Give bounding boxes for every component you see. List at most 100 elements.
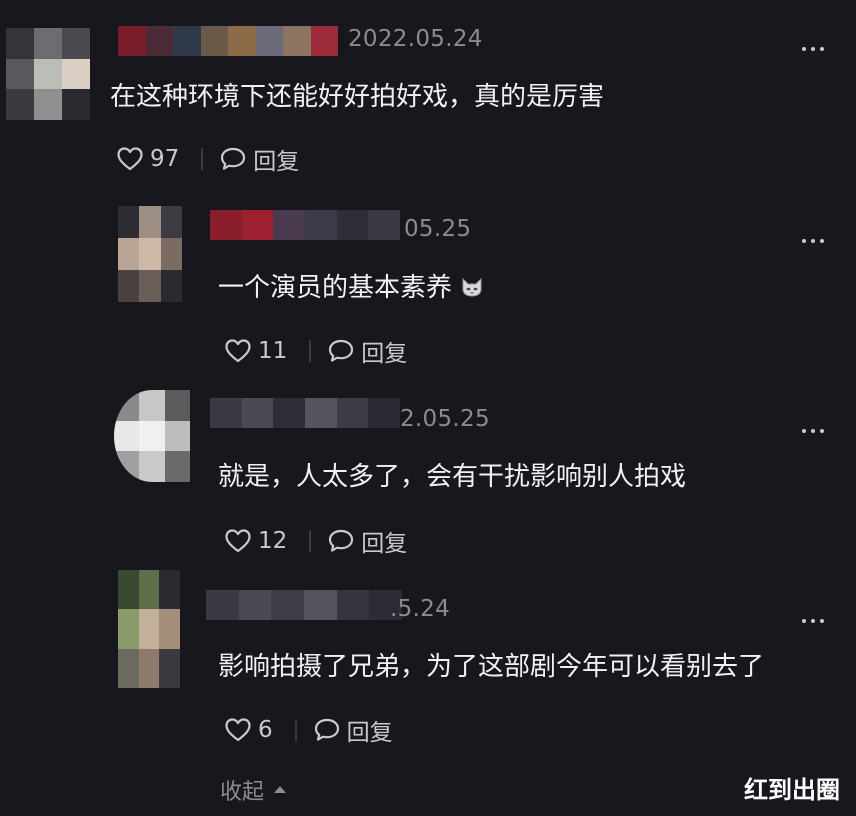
avatar[interactable] xyxy=(118,570,180,688)
username-blurred[interactable] xyxy=(210,398,400,428)
heart-outline-icon xyxy=(225,339,251,363)
caret-up-icon xyxy=(274,785,287,793)
comment-actions: 6 回复 xyxy=(224,713,393,747)
blur-pixel xyxy=(139,206,161,238)
cat-face-emoji-icon xyxy=(462,277,482,297)
blur-pixel xyxy=(118,570,139,610)
comment-text: 就是，人太多了，会有干扰影响别人拍戏 xyxy=(218,462,687,492)
like-count: 6 xyxy=(258,717,273,743)
comment-text: 在这种环境下还能好好拍好戏，真的是厉害 xyxy=(110,82,605,112)
blur-pixel xyxy=(118,270,140,302)
more-options-button[interactable] xyxy=(802,618,824,624)
blur-pixel xyxy=(305,398,337,428)
comment-actions: 12 回复 xyxy=(224,524,407,558)
speech-bubble-icon xyxy=(314,718,339,741)
blur-pixel xyxy=(255,26,283,56)
blur-pixel xyxy=(283,26,311,56)
blur-pixel xyxy=(273,210,306,240)
reply-label: 回复 xyxy=(253,149,300,175)
blur-pixel xyxy=(118,206,140,238)
blur-pixel xyxy=(160,238,182,270)
blur-pixel xyxy=(271,590,305,620)
blur-pixel xyxy=(139,270,161,302)
comment-actions: 97 回复 xyxy=(116,142,299,176)
collapse-replies-button[interactable]: 收起 xyxy=(220,774,287,806)
more-dots-icon xyxy=(802,429,806,433)
avatar[interactable] xyxy=(6,28,90,120)
reply-button[interactable]: 回复 xyxy=(327,334,407,368)
reply-label: 回复 xyxy=(361,341,408,367)
blur-pixel xyxy=(34,89,62,120)
blur-pixel xyxy=(164,420,190,452)
blur-pixel xyxy=(114,451,140,482)
blur-pixel xyxy=(6,89,34,120)
blur-pixel xyxy=(310,26,338,56)
like-button[interactable]: 11 xyxy=(224,338,287,364)
username-blurred[interactable] xyxy=(210,210,400,240)
blur-pixel xyxy=(206,590,239,620)
speech-bubble-icon xyxy=(329,339,354,362)
blur-pixel xyxy=(145,26,173,56)
comment-actions: 11 回复 xyxy=(224,334,407,368)
blur-pixel xyxy=(210,210,242,240)
comment-text-content: 一个演员的基本素养 xyxy=(218,273,453,303)
avatar[interactable] xyxy=(118,206,182,302)
blur-pixel xyxy=(164,390,190,421)
blur-pixel xyxy=(62,89,90,120)
comment-text: 影响拍摄了兄弟，为了这部剧今年可以看别去了 xyxy=(218,652,765,682)
reply-label: 回复 xyxy=(346,720,393,746)
blur-pixel xyxy=(139,390,165,421)
blur-pixel xyxy=(6,28,34,59)
more-options-button[interactable] xyxy=(802,46,824,52)
avatar[interactable] xyxy=(114,390,190,482)
divider xyxy=(294,719,297,741)
blur-pixel xyxy=(160,206,182,238)
blur-pixel xyxy=(138,570,160,610)
like-button[interactable]: 6 xyxy=(224,717,273,743)
collapse-label: 收起 xyxy=(220,780,265,805)
blur-pixel xyxy=(159,609,180,649)
reply-button[interactable]: 回复 xyxy=(313,713,393,747)
comment-date: 2022.05.24 xyxy=(348,26,483,52)
blur-pixel xyxy=(118,648,139,688)
blur-pixel xyxy=(6,58,34,90)
blur-pixel xyxy=(210,398,242,428)
blur-pixel xyxy=(336,590,370,620)
blur-pixel xyxy=(118,238,140,270)
blur-pixel xyxy=(336,210,369,240)
like-button[interactable]: 12 xyxy=(224,528,287,554)
blur-pixel xyxy=(273,398,306,428)
reply-label: 回复 xyxy=(361,531,408,557)
username-blurred[interactable] xyxy=(118,26,338,56)
blur-pixel xyxy=(336,398,369,428)
blur-pixel xyxy=(241,398,274,428)
like-count: 97 xyxy=(150,146,180,172)
reply-button[interactable]: 回复 xyxy=(327,524,407,558)
blur-pixel xyxy=(200,26,228,56)
blur-pixel xyxy=(164,451,190,482)
blur-pixel xyxy=(159,648,180,688)
like-count: 12 xyxy=(258,528,288,554)
blur-pixel xyxy=(138,648,160,688)
blur-pixel xyxy=(238,590,272,620)
reply-button[interactable]: 回复 xyxy=(219,142,299,176)
more-options-button[interactable] xyxy=(802,428,824,434)
heart-outline-icon xyxy=(225,718,251,742)
blur-pixel xyxy=(114,420,140,452)
blur-pixel xyxy=(159,570,180,610)
like-button[interactable]: 97 xyxy=(116,146,179,172)
blur-pixel xyxy=(118,609,139,649)
blur-pixel xyxy=(139,420,165,452)
heart-outline-icon xyxy=(225,529,251,553)
speech-bubble-icon xyxy=(221,147,246,170)
watermark: 红到出圈 xyxy=(744,776,840,804)
blur-pixel xyxy=(228,26,256,56)
blur-pixel xyxy=(114,390,140,421)
blur-pixel xyxy=(304,590,337,620)
heart-outline-icon xyxy=(117,147,143,171)
comment-thread-screen: 2022.05.24 在这种环境下还能好好拍好戏，真的是厉害 97 回复 05.… xyxy=(0,0,856,816)
more-options-button[interactable] xyxy=(802,238,824,244)
speech-bubble-icon xyxy=(329,529,354,552)
username-blurred[interactable] xyxy=(206,590,402,620)
blur-pixel xyxy=(139,451,165,482)
